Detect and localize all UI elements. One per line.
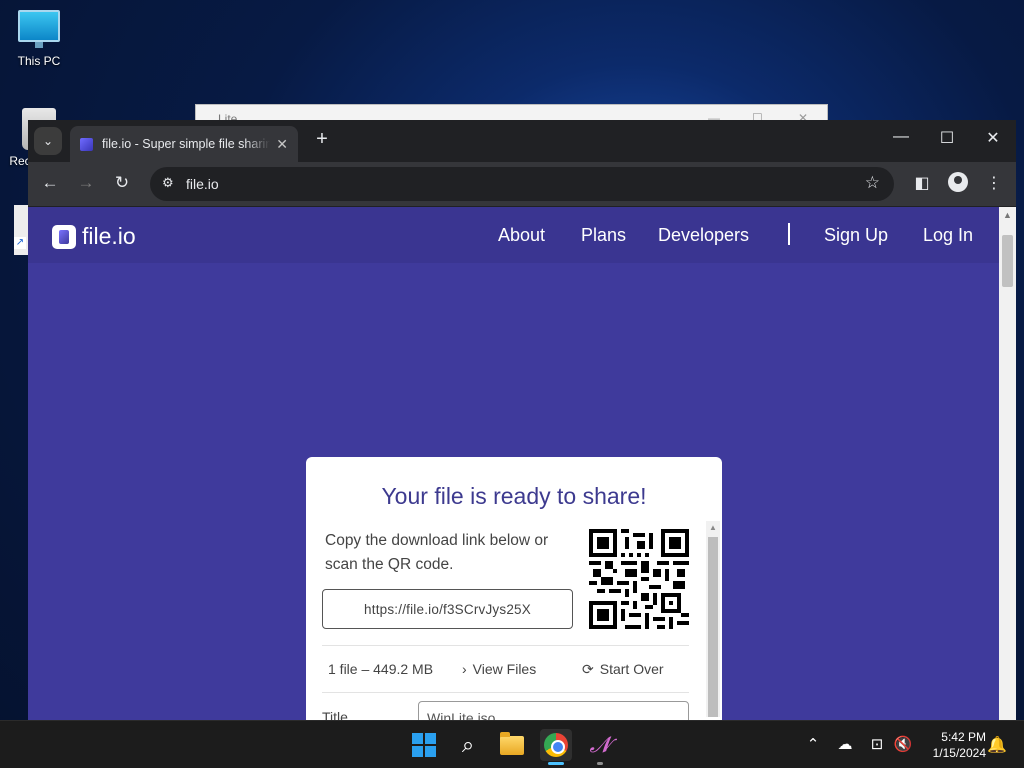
- profile-avatar-icon[interactable]: [948, 172, 968, 192]
- arrow-right-icon: →: [77, 173, 95, 192]
- share-card: Your file is ready to share! Copy the do…: [306, 457, 722, 720]
- title-input[interactable]: WinLite.iso: [418, 701, 689, 720]
- view-files-label: View Files: [472, 661, 537, 677]
- reload-button[interactable]: ↻: [110, 173, 134, 193]
- desktop-icon-this-pc[interactable]: This PC: [4, 10, 74, 68]
- card-scrollbar-thumb[interactable]: [708, 537, 718, 717]
- cloud-status[interactable]: ☁: [834, 735, 856, 753]
- tab-title: file.io - Super simple file sharing: [102, 137, 271, 151]
- page-viewport: file.io About Plans Developers Sign Up L…: [28, 207, 999, 720]
- chrome-icon: [544, 733, 568, 757]
- title-label: Title: [322, 709, 348, 720]
- fileio-logo-icon: [52, 224, 76, 249]
- cloud-offline-icon: ☁: [837, 736, 853, 753]
- chevron-right-icon: ›: [462, 661, 467, 677]
- bookmark-star-icon[interactable]: ☆: [865, 173, 880, 193]
- network-status[interactable]: ⊡: [866, 735, 888, 753]
- nav-developers[interactable]: Developers: [658, 225, 749, 246]
- arrow-left-icon: ←: [41, 173, 59, 192]
- tray-overflow-button[interactable]: ⌃: [802, 735, 824, 753]
- desktop-shortcut[interactable]: ↗: [14, 205, 28, 255]
- tab-fileio[interactable]: file.io - Super simple file sharing ✕: [70, 126, 298, 162]
- site-logo-text: file.io: [82, 223, 136, 249]
- window-close-button[interactable]: ✕: [971, 128, 1015, 148]
- chevron-down-icon: ⌄: [42, 134, 54, 148]
- qr-code: [589, 529, 689, 629]
- start-button[interactable]: [408, 729, 440, 761]
- address-bar[interactable]: ⚙ file.io ☆: [150, 167, 894, 201]
- site-header: file.io About Plans Developers Sign Up L…: [28, 207, 999, 263]
- computer-icon: [18, 10, 60, 48]
- taskbar-file-explorer[interactable]: [496, 729, 528, 761]
- more-vert-icon: ⋮: [986, 175, 1002, 192]
- start-over-button[interactable]: ⟳ Start Over: [582, 661, 664, 678]
- forward-button[interactable]: →: [74, 173, 98, 193]
- running-app-indicator: [597, 762, 603, 765]
- card-divider: [322, 692, 689, 693]
- site-settings-icon[interactable]: ⚙: [162, 175, 174, 191]
- refresh-icon: ⟳: [582, 661, 594, 677]
- taskbar-search-button[interactable]: ⌕: [452, 729, 484, 761]
- download-link-field[interactable]: https://file.io/f3SCrvJys25X: [322, 589, 573, 629]
- card-scrollbar[interactable]: ▲: [706, 521, 720, 717]
- address-url[interactable]: file.io: [186, 176, 219, 192]
- file-summary: 1 file – 449.2 MB: [328, 661, 434, 677]
- side-panel-button[interactable]: ◧: [910, 173, 934, 193]
- side-panel-icon: ◧: [914, 175, 930, 192]
- back-button[interactable]: ←: [38, 173, 62, 193]
- volume-status[interactable]: 🔇: [892, 735, 914, 753]
- window-minimize-button[interactable]: —: [879, 128, 923, 146]
- nav-divider: [788, 223, 790, 245]
- nav-plans[interactable]: Plans: [581, 225, 626, 246]
- taskbar-chrome[interactable]: [540, 729, 572, 761]
- scroll-up-icon[interactable]: ▲: [1003, 210, 1012, 220]
- taskbar-ink-app[interactable]: 𝓝: [584, 729, 616, 761]
- file-explorer-icon: [500, 731, 524, 755]
- browser-window: ⌄ file.io - Super simple file sharing ✕ …: [28, 120, 1016, 720]
- tab-close-icon[interactable]: ✕: [276, 136, 288, 153]
- desktop-icon-label: This PC: [17, 54, 61, 68]
- fileio-favicon-icon: [80, 137, 93, 151]
- browser-toolbar: ← → ↻ ⚙ file.io ☆ ◧ ⋮: [28, 162, 1016, 206]
- menu-button[interactable]: ⋮: [982, 173, 1006, 193]
- clock-time: 5:42 PM: [941, 730, 986, 744]
- reload-icon: ↻: [114, 173, 130, 192]
- new-tab-button[interactable]: +: [310, 128, 334, 151]
- network-icon: ⊡: [870, 736, 884, 753]
- ink-app-icon: 𝓝: [589, 732, 611, 758]
- nav-log-in[interactable]: Log In: [923, 225, 973, 246]
- scroll-up-icon[interactable]: ▲: [709, 523, 717, 532]
- view-files-button[interactable]: › View Files: [462, 661, 536, 677]
- window-maximize-button[interactable]: ☐: [925, 128, 969, 148]
- start-icon: [412, 733, 436, 757]
- tab-search-button[interactable]: ⌄: [34, 127, 62, 155]
- share-instructions: Copy the download link below or scan the…: [325, 532, 549, 573]
- nav-about[interactable]: About: [498, 225, 545, 246]
- shortcut-arrow-icon: ↗: [14, 237, 26, 249]
- card-divider: [322, 645, 689, 646]
- system-clock[interactable]: 5:42 PM 1/15/2024: [920, 729, 986, 761]
- notification-bell-icon[interactable]: 🔔: [987, 735, 1007, 755]
- volume-muted-icon: 🔇: [893, 736, 913, 753]
- taskbar: ⌕ 𝓝 ⌃ ☁ ⊡ 🔇 5:42 PM 1/15/2024 🔔: [0, 720, 1024, 768]
- start-over-label: Start Over: [599, 661, 664, 677]
- site-logo[interactable]: file.io: [52, 223, 136, 250]
- nav-sign-up[interactable]: Sign Up: [824, 225, 888, 246]
- clock-date: 1/15/2024: [932, 746, 986, 760]
- page-scrollbar-thumb[interactable]: [1002, 235, 1013, 287]
- search-icon: ⌕: [461, 732, 475, 757]
- active-app-indicator: [548, 762, 564, 765]
- chevron-up-icon: ⌃: [806, 736, 820, 753]
- tab-strip: ⌄ file.io - Super simple file sharing ✕ …: [28, 120, 1016, 162]
- share-heading: Your file is ready to share!: [381, 483, 647, 509]
- page-scrollbar[interactable]: ▲: [999, 207, 1016, 720]
